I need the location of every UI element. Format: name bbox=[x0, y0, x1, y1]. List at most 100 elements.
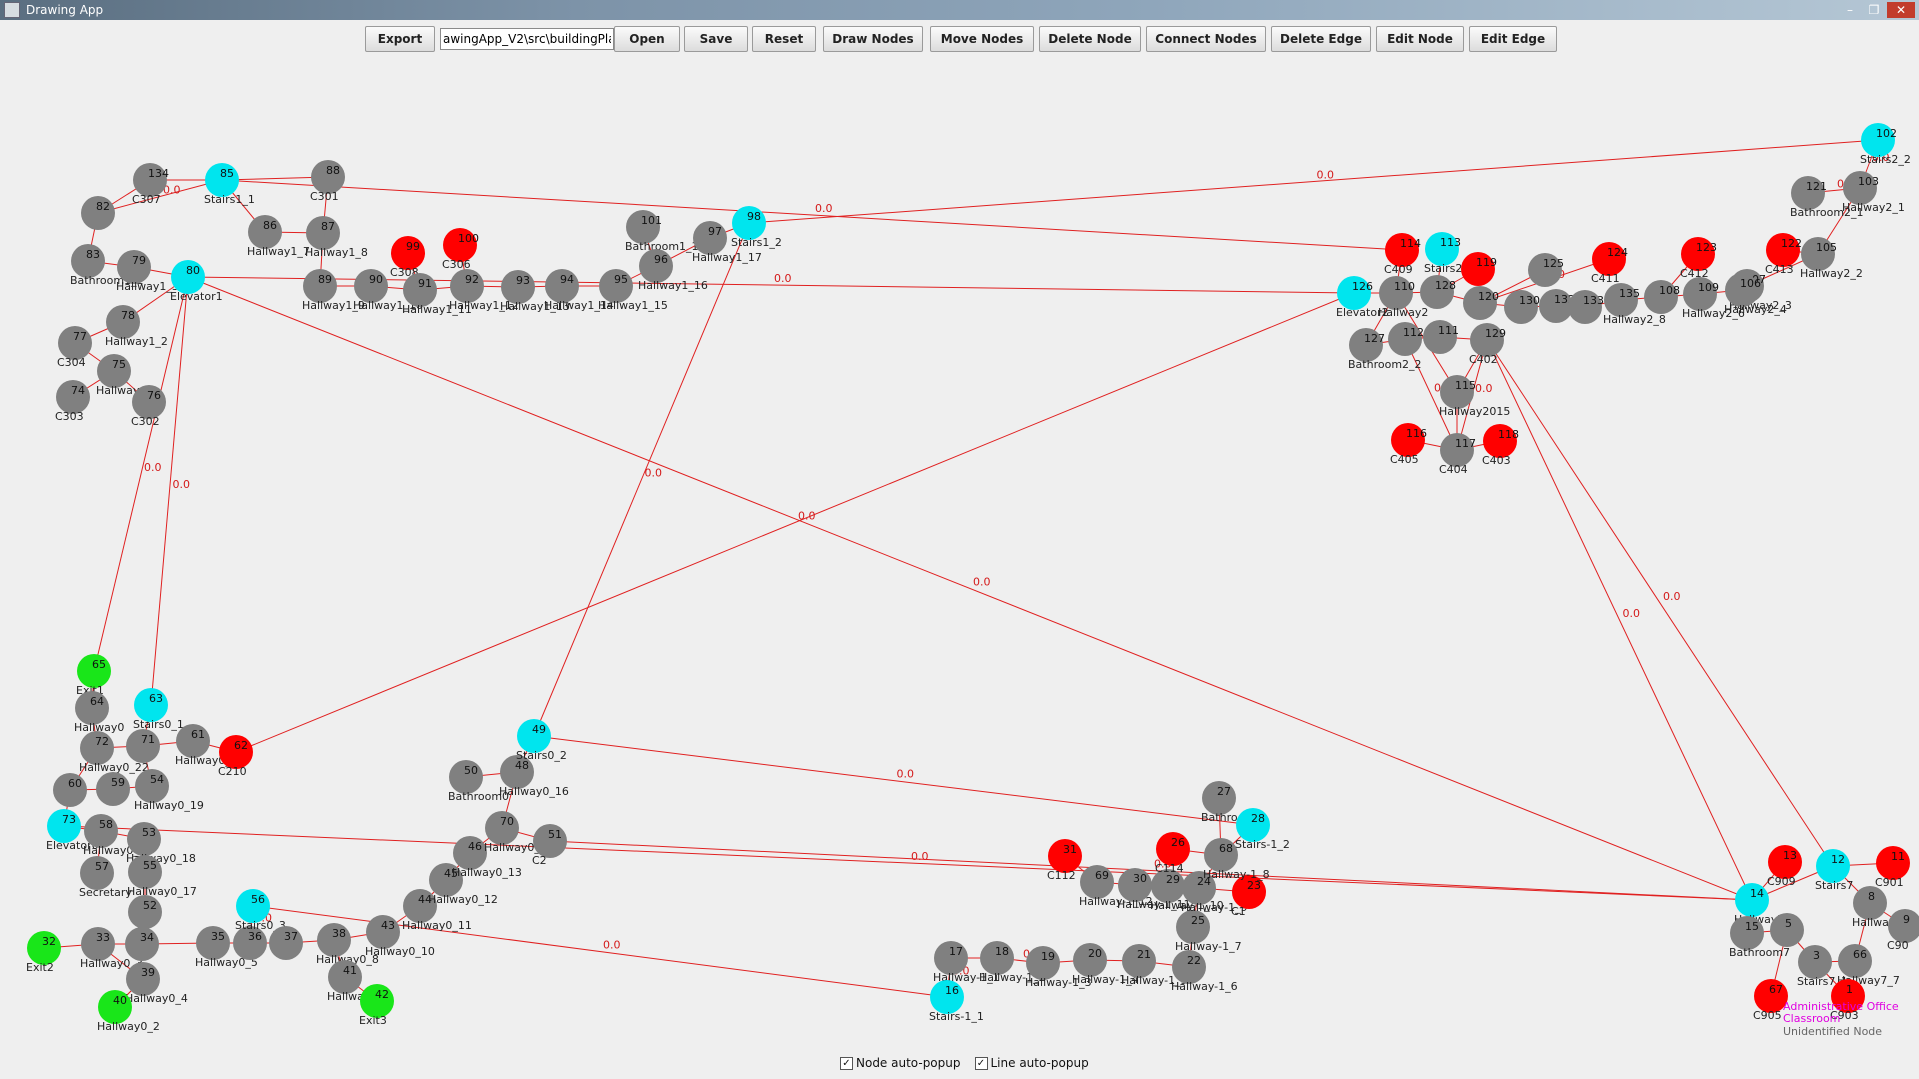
node-name-label: C2 bbox=[532, 854, 547, 867]
graph-node-65[interactable]: 65Exit1 bbox=[76, 654, 111, 697]
edge-98-102[interactable] bbox=[748, 139, 1879, 224]
edge-126-62[interactable] bbox=[235, 292, 1355, 753]
maximize-icon[interactable]: ❐ bbox=[1863, 2, 1885, 18]
graph-node-52[interactable]: 52 bbox=[128, 895, 162, 929]
drawing-canvas[interactable]: 0.0 0.0 0.0 0.0 0.0 0.0 0.0 0.0 0.0 0.0 0.0 0.0 0.0 0… bbox=[0, 60, 1919, 1050]
graph-node-110[interactable]: 110 Hallway2 bbox=[1378, 276, 1428, 319]
graph-node-63[interactable]: 63 Stairs0_1 bbox=[133, 688, 184, 731]
edge-129-12[interactable] bbox=[1486, 339, 1834, 867]
graph-node-22[interactable]: 22 Hallway-1_6 bbox=[1171, 950, 1238, 993]
edge-80-14[interactable] bbox=[187, 276, 1753, 901]
graph-node-23[interactable]: 23C1 bbox=[1231, 875, 1266, 918]
graph-node-11[interactable]: 11 C901 bbox=[1875, 846, 1910, 889]
edit-node-button[interactable]: Edit Node bbox=[1376, 26, 1464, 52]
graph-node-26[interactable]: 26 C114 bbox=[1155, 832, 1190, 875]
graph-node-119[interactable]: 119 bbox=[1461, 252, 1497, 286]
graph-node-32[interactable]: 32 Exit2 bbox=[26, 931, 61, 974]
graph-node-115[interactable]: 115 Hallway2015 bbox=[1439, 375, 1510, 418]
graph-node-122[interactable]: 122 C413 bbox=[1765, 233, 1802, 276]
graph-node-120[interactable]: 120 bbox=[1463, 286, 1499, 320]
graph-node-133[interactable]: 133 bbox=[1568, 290, 1604, 324]
graph-node-123[interactable]: 123C412 bbox=[1680, 237, 1717, 280]
edge-129-14[interactable] bbox=[1486, 339, 1753, 901]
node-id-label: 8 bbox=[1868, 890, 1875, 903]
draw-nodes-button[interactable]: Draw Nodes bbox=[823, 26, 923, 52]
graph-node-28[interactable]: 28 Stairs-1_2 bbox=[1235, 808, 1290, 851]
graph-node-37[interactable]: 37 bbox=[269, 926, 303, 960]
save-button[interactable]: Save bbox=[684, 26, 748, 52]
graph-node-57[interactable]: 57 Secretary bbox=[79, 856, 132, 899]
graph-node-130[interactable]: 130 bbox=[1504, 290, 1540, 324]
graph-node-111[interactable]: 111 bbox=[1423, 320, 1459, 354]
graph-node-124[interactable]: 124 C411 bbox=[1591, 242, 1628, 285]
delete-edge-button[interactable]: Delete Edge bbox=[1271, 26, 1371, 52]
graph-node-71[interactable]: 71 bbox=[126, 729, 160, 763]
graph-node-118[interactable]: 118 C403 bbox=[1482, 424, 1519, 467]
node-auto-popup-option[interactable]: ✓ Node auto-popup bbox=[840, 1056, 961, 1070]
node-auto-popup-checkbox[interactable]: ✓ bbox=[840, 1056, 853, 1070]
minimize-icon[interactable]: – bbox=[1839, 2, 1861, 18]
close-icon[interactable]: ✕ bbox=[1887, 2, 1915, 18]
node-id-label: 97 bbox=[708, 225, 722, 238]
line-auto-popup-option[interactable]: ✓ Line auto-popup bbox=[974, 1056, 1089, 1070]
graph-node-74[interactable]: 74 C303 bbox=[55, 380, 90, 423]
delete-node-button[interactable]: Delete Node bbox=[1039, 26, 1141, 52]
graph-node-9[interactable]: 9 C90 bbox=[1887, 909, 1919, 952]
graph-node-128[interactable]: 128 bbox=[1420, 275, 1456, 309]
graph-node-77[interactable]: 77 C304 bbox=[57, 326, 92, 369]
graph-node-12[interactable]: 12 Stairs7 bbox=[1815, 849, 1853, 892]
graph-node-106[interactable]: 106 Hallway2_4 bbox=[1724, 273, 1787, 316]
graph-node-99[interactable]: 99C308 bbox=[390, 236, 425, 279]
graph-node-27[interactable]: 27 Bathro bbox=[1201, 781, 1238, 824]
file-path-input[interactable] bbox=[440, 28, 614, 50]
edge-49-28[interactable] bbox=[533, 735, 1254, 826]
edit-edge-button[interactable]: Edit Edge bbox=[1469, 26, 1557, 52]
graph-node-80[interactable]: 80 Elevator1 bbox=[170, 260, 223, 303]
move-nodes-button[interactable]: Move Nodes bbox=[930, 26, 1034, 52]
node-id-label: 80 bbox=[186, 264, 200, 277]
graph-node-116[interactable]: 116 C405 bbox=[1390, 423, 1427, 466]
open-button[interactable]: Open bbox=[614, 26, 680, 52]
graph-node-51[interactable]: 51C2 bbox=[532, 824, 567, 867]
graph-node-85[interactable]: 85 Stairs1_1 bbox=[204, 163, 255, 206]
graph-node-39[interactable]: 39 Hallway0_4 bbox=[125, 962, 188, 1005]
graph-node-105[interactable]: 105 Hallway2_2 bbox=[1800, 237, 1863, 280]
graph-node-34[interactable]: 34 bbox=[125, 927, 159, 961]
graph-node-60[interactable]: 60 bbox=[53, 773, 87, 807]
graph-node-114[interactable]: 114 C409 bbox=[1384, 233, 1421, 276]
graph-node-88[interactable]: 88 C301 bbox=[310, 160, 345, 203]
graph-node-103[interactable]: 103 Hallway2_1 bbox=[1842, 171, 1905, 214]
graph-node-76[interactable]: 76 C302 bbox=[131, 385, 166, 428]
graph-node-86[interactable]: 86 Hallway1_7 bbox=[247, 215, 310, 258]
graph-node-56[interactable]: 56Stairs0_3 bbox=[235, 889, 286, 932]
reset-button[interactable]: Reset bbox=[752, 26, 816, 52]
graph-node-102[interactable]: 102 Stairs2_2 bbox=[1860, 123, 1911, 166]
graph-node-75[interactable]: 75 Hallway bbox=[96, 354, 140, 397]
graph-node-117[interactable]: 117 C404 bbox=[1439, 433, 1476, 476]
graph-node-54[interactable]: 54 Hallway0_19 bbox=[134, 769, 204, 812]
edge-51-14[interactable] bbox=[549, 840, 1753, 901]
graph-node-49[interactable]: 49 Stairs0_2 bbox=[516, 719, 567, 762]
graph-node-112[interactable]: 112 bbox=[1388, 322, 1424, 356]
graph-node-62[interactable]: 62 C210 bbox=[218, 735, 253, 778]
graph-node-82[interactable]: 82 bbox=[81, 196, 115, 230]
graph-node-64[interactable]: 64Hallway0 bbox=[74, 691, 124, 734]
node-id-label: 93 bbox=[516, 274, 530, 287]
graph-node-134[interactable]: 134 C307 bbox=[132, 163, 169, 206]
line-auto-popup-checkbox[interactable]: ✓ bbox=[974, 1056, 988, 1070]
graph-node-16[interactable]: 16 Stairs-1_1 bbox=[929, 980, 984, 1023]
graph-node-125[interactable]: 125 bbox=[1528, 253, 1564, 287]
graph-node-87[interactable]: 87 Hallway1_8 bbox=[305, 216, 368, 259]
graph-node-78[interactable]: 78 Hallway1_2 bbox=[105, 305, 168, 348]
connect-nodes-button[interactable]: Connect Nodes bbox=[1146, 26, 1266, 52]
graph-node-59[interactable]: 59 bbox=[96, 772, 130, 806]
graph-node-79[interactable]: 79Hallway1_3 bbox=[116, 250, 179, 293]
export-button[interactable]: Export bbox=[365, 26, 435, 52]
graph-node-5[interactable]: 5 bbox=[1770, 913, 1804, 947]
graph-node-101[interactable]: 101Bathroom1_1 bbox=[625, 210, 699, 253]
edge-73-14[interactable] bbox=[63, 825, 1753, 901]
graph-node-108[interactable]: 108 bbox=[1644, 280, 1680, 314]
graph-node-42[interactable]: 42 Exit3 bbox=[359, 984, 394, 1027]
graph-node-100[interactable]: 100C306 bbox=[442, 228, 479, 271]
graph-node-31[interactable]: 31 C112 bbox=[1047, 839, 1082, 882]
